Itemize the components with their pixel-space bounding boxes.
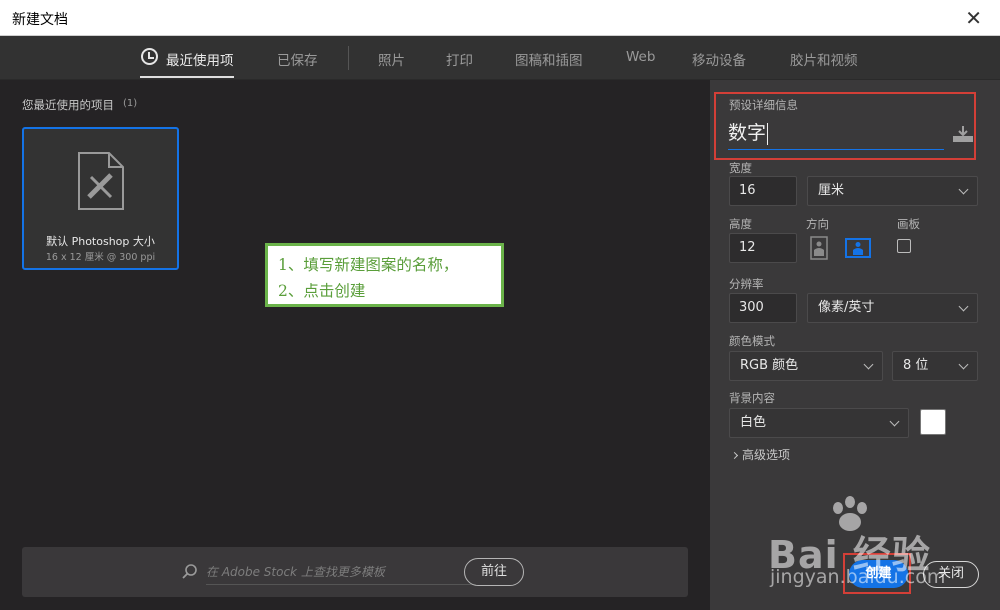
document-icon	[78, 152, 124, 210]
annotation-note: 1、填写新建图案的名称， 2、点击创建	[265, 243, 504, 307]
resolution-label: 分辨率	[729, 277, 764, 291]
resolution-unit-select[interactable]: 像素/英寸	[807, 293, 978, 323]
width-unit-value: 厘米	[818, 183, 845, 198]
preset-details-label: 预设详细信息	[729, 98, 798, 112]
annotation-line-1: 1、填写新建图案的名称，	[278, 256, 459, 274]
portrait-orientation-icon[interactable]	[806, 235, 832, 261]
color-mode-select[interactable]: RGB 颜色	[729, 351, 883, 381]
card-meta: 16 x 12 厘米 @ 300 ppi	[45, 252, 156, 263]
close-icon[interactable]: ✕	[965, 6, 982, 30]
tab-print[interactable]: 打印	[446, 49, 473, 69]
preset-card-default[interactable]: 默认 Photoshop 大小 16 x 12 厘米 @ 300 ppi	[22, 127, 179, 270]
chevron-right-icon	[730, 451, 739, 460]
close-button[interactable]: 关闭	[923, 561, 979, 588]
tab-label: 最近使用项	[166, 53, 234, 69]
artboard-label: 画板	[897, 217, 920, 231]
active-tab-indicator	[140, 76, 234, 78]
stock-search-bar: 在 Adobe Stock 上查找更多模板 前往	[22, 547, 688, 597]
width-input[interactable]: 16	[729, 176, 797, 206]
advanced-options-label: 高级选项	[742, 448, 791, 462]
background-select[interactable]: 白色	[729, 408, 909, 438]
tab-film-video[interactable]: 胶片和视频	[790, 49, 858, 69]
chevron-down-icon	[958, 301, 969, 312]
title-bar: 新建文档 ✕	[0, 0, 1000, 36]
background-color-swatch[interactable]	[920, 409, 946, 435]
document-name-input[interactable]: 数字	[728, 118, 944, 150]
window-title: 新建文档	[12, 12, 68, 28]
orientation-label: 方向	[806, 217, 829, 231]
height-label: 高度	[729, 217, 752, 231]
annotation-line-2: 2、点击创建	[278, 282, 366, 300]
color-mode-value: RGB 颜色	[740, 358, 799, 373]
artboard-checkbox[interactable]	[897, 239, 911, 253]
tab-web[interactable]: Web	[626, 49, 655, 65]
stock-search-input[interactable]: 在 Adobe Stock 上查找更多模板	[206, 559, 476, 585]
background-label: 背景内容	[729, 391, 775, 405]
tab-divider	[348, 46, 349, 70]
recent-panel: 您最近使用的项目 (1) 默认 Photoshop 大小 16 x 12 厘米 …	[0, 80, 710, 610]
recent-heading: 您最近使用的项目	[22, 98, 114, 112]
create-highlight-box	[843, 553, 911, 594]
width-unit-select[interactable]: 厘米	[807, 176, 978, 206]
resolution-input[interactable]: 300	[729, 293, 797, 323]
document-name-value: 数字	[728, 122, 767, 144]
card-title: 默认 Photoshop 大小	[46, 235, 155, 248]
category-tabs: 最近使用项 已保存 照片 打印 图稿和插图 Web 移动设备 胶片和视频	[0, 36, 1000, 80]
chevron-down-icon	[863, 359, 874, 370]
text-caret	[767, 122, 769, 145]
chevron-down-icon	[958, 359, 969, 370]
save-preset-icon[interactable]	[952, 124, 974, 144]
landscape-orientation-icon[interactable]	[845, 235, 871, 261]
background-value: 白色	[740, 415, 767, 430]
bit-depth-select[interactable]: 8 位	[892, 351, 978, 381]
search-icon	[182, 564, 197, 579]
height-input[interactable]: 12	[729, 233, 797, 263]
width-label: 宽度	[729, 161, 752, 175]
tab-photo[interactable]: 照片	[378, 49, 405, 69]
advanced-options-toggle[interactable]: 高级选项	[730, 446, 791, 463]
bit-depth-value: 8 位	[903, 358, 929, 373]
recent-count: (1)	[123, 98, 138, 109]
chevron-down-icon	[889, 416, 900, 427]
chevron-down-icon	[958, 184, 969, 195]
resolution-unit-value: 像素/英寸	[818, 300, 875, 315]
preset-details-panel: 预设详细信息 数字 宽度 16 厘米 高度 方向 画板 12 分辨率 300 像…	[710, 80, 1000, 610]
tab-recent[interactable]: 最近使用项	[140, 49, 234, 78]
go-button[interactable]: 前往	[464, 558, 524, 586]
clock-icon	[141, 48, 158, 65]
tab-saved[interactable]: 已保存	[277, 49, 318, 69]
tab-art-illustration[interactable]: 图稿和插图	[515, 49, 583, 69]
tab-mobile[interactable]: 移动设备	[692, 49, 746, 69]
color-mode-label: 颜色模式	[729, 334, 775, 348]
